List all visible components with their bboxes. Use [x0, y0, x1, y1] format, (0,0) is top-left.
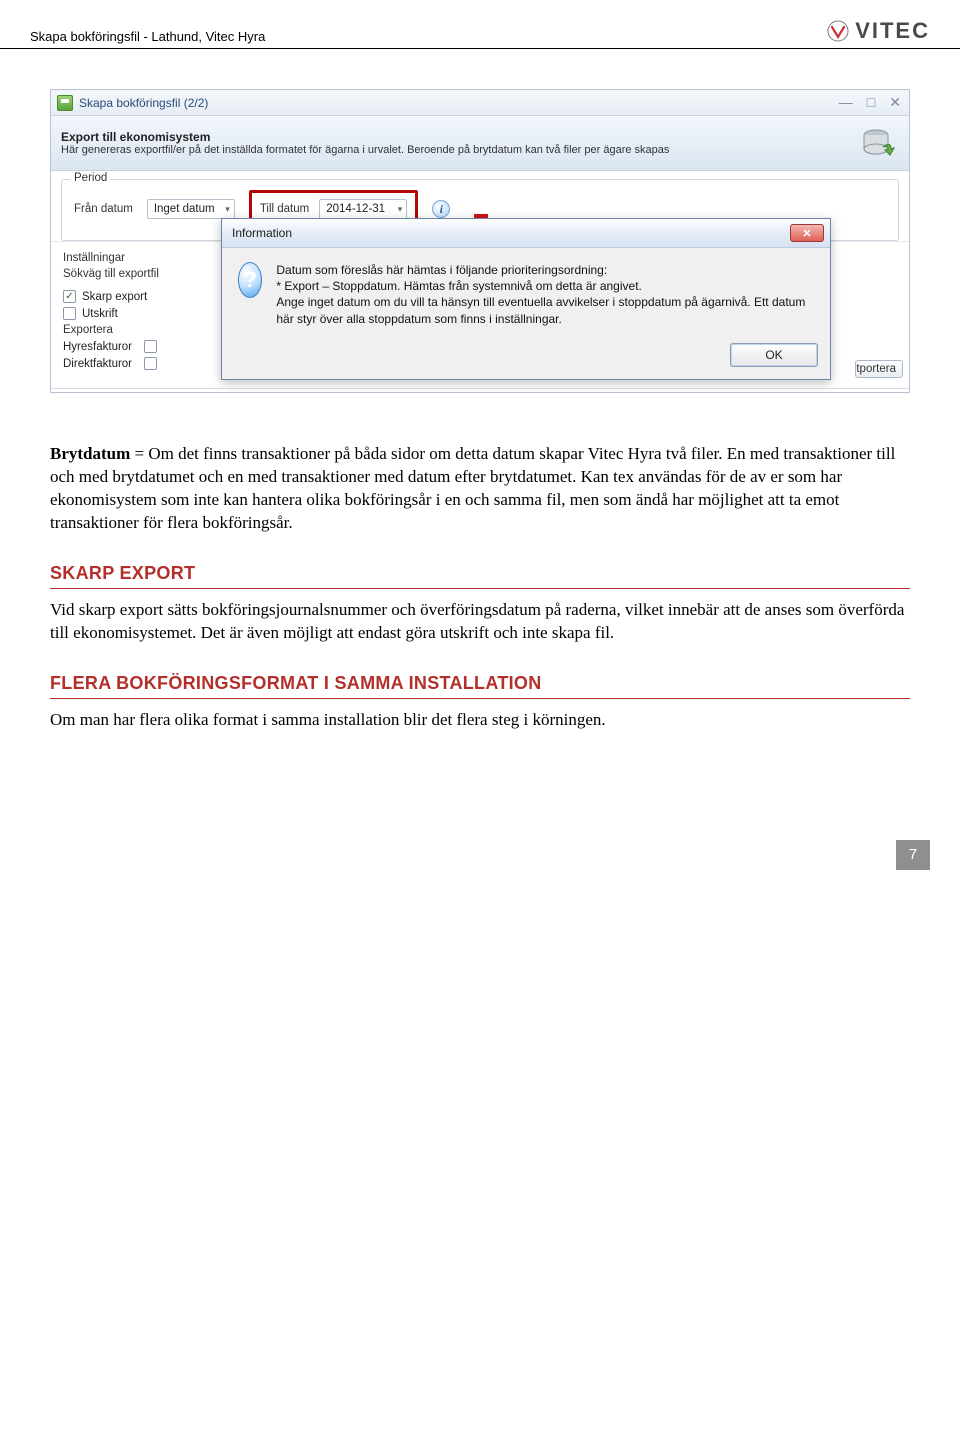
direktfakturor-label: Direktfakturor: [63, 358, 132, 370]
paragraph-skarp-export: Vid skarp export sätts bokföringsjournal…: [50, 599, 910, 645]
information-modal: Information ✕ ? Datum som föreslås här h…: [221, 218, 831, 380]
vitec-logo-icon: [827, 20, 849, 42]
checkbox-icon: [144, 357, 157, 370]
paragraph-flera-format: Om man har flera olika format i samma in…: [50, 709, 910, 732]
question-icon: ?: [238, 262, 262, 298]
section-header: Export till ekonomisystem Här genereras …: [51, 116, 909, 171]
heading-skarp-export: SKARP EXPORT: [50, 563, 910, 589]
ok-button[interactable]: OK: [730, 343, 818, 367]
brytdatum-term: Brytdatum: [50, 444, 130, 463]
to-date-dropdown[interactable]: 2014-12-31 ▾: [319, 199, 407, 219]
from-date-label: Från datum: [74, 203, 133, 215]
skarp-export-label: Skarp export: [82, 291, 147, 303]
checkbox-unchecked-icon: [63, 307, 76, 320]
doc-title: Skapa bokföringsfil - Lathund, Vitec Hyr…: [30, 29, 265, 44]
chevron-down-icon: ▾: [398, 204, 403, 215]
period-legend: Period: [70, 172, 111, 184]
window-title: Skapa bokföringsfil (2/2): [79, 96, 833, 110]
brytdatum-definition: = Om det finns transaktioner på båda sid…: [50, 444, 895, 532]
section-subtitle: Här genereras exportfil/er på det instäl…: [61, 144, 845, 156]
brand-text: VITEC: [855, 18, 930, 44]
partially-hidden-button[interactable]: tportera: [855, 360, 903, 378]
section-heading: Export till ekonomisystem: [61, 130, 845, 144]
chevron-down-icon: ▾: [225, 204, 230, 215]
heading-flera-format: FLERA BOKFÖRINGSFORMAT I SAMMA INSTALLAT…: [50, 673, 910, 699]
checkbox-checked-icon: ✓: [63, 290, 76, 303]
close-icon[interactable]: ✕: [889, 94, 901, 111]
maximize-icon[interactable]: □: [867, 94, 875, 111]
from-date-value: Inget datum: [154, 203, 215, 215]
info-icon[interactable]: i: [432, 200, 450, 218]
checkbox-icon: [144, 340, 157, 353]
database-export-icon: [857, 122, 899, 164]
app-icon: [57, 95, 73, 111]
from-date-dropdown[interactable]: Inget datum ▾: [147, 199, 235, 219]
window-titlebar: Skapa bokföringsfil (2/2) — □ ✕: [51, 90, 909, 116]
to-date-label: Till datum: [260, 203, 309, 215]
app-window: Skapa bokföringsfil (2/2) — □ ✕ Export t…: [50, 89, 910, 393]
paragraph-brytdatum: Brytdatum = Om det finns transaktioner p…: [50, 443, 910, 535]
page-footer: 7: [0, 780, 960, 900]
modal-body-text: Datum som föreslås här hämtas i följande…: [276, 262, 814, 327]
modal-title: Information: [232, 226, 790, 240]
page-number: 7: [896, 840, 930, 870]
minimize-icon[interactable]: —: [839, 94, 853, 111]
modal-close-button[interactable]: ✕: [790, 224, 824, 242]
hyresfakturor-label: Hyresfakturor: [63, 341, 132, 353]
close-icon: ✕: [802, 227, 811, 240]
modal-titlebar: Information ✕: [222, 219, 830, 248]
page-header: Skapa bokföringsfil - Lathund, Vitec Hyr…: [0, 0, 960, 49]
to-date-value: 2014-12-31: [326, 203, 385, 215]
utskrift-label: Utskrift: [82, 308, 118, 320]
brand: VITEC: [827, 18, 930, 44]
